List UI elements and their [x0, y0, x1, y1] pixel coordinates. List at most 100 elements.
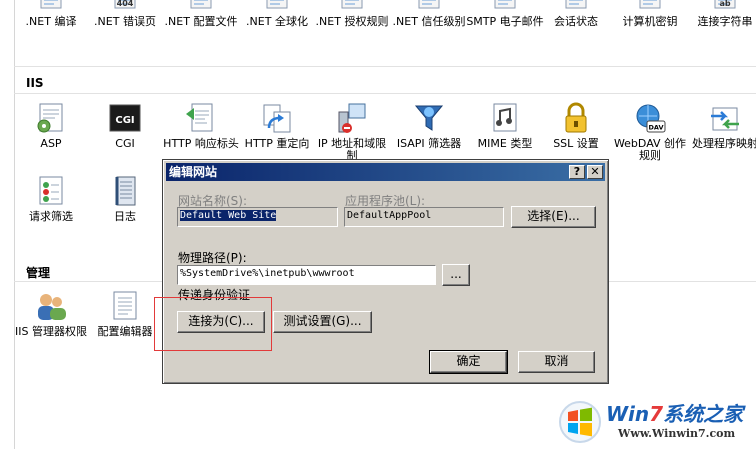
- feature-label: ISAPI 筛选器: [396, 137, 462, 150]
- redirect-icon: [260, 102, 294, 134]
- site-name-field[interactable]: Default Web Site: [177, 207, 338, 227]
- feature-label: 请求筛选: [29, 210, 73, 223]
- svg-text:ab: ab: [719, 0, 730, 8]
- feature-iis-manager-permissions[interactable]: IIS 管理器权限: [12, 290, 90, 338]
- windows-logo-icon: [559, 401, 601, 443]
- watermark-title-seven: 7: [649, 402, 664, 426]
- config-editor-icon: [108, 290, 142, 322]
- users-icon: [34, 290, 68, 322]
- mime-types-icon: [488, 102, 522, 134]
- feature-logging[interactable]: 日志: [86, 175, 164, 223]
- feature-net-globalization[interactable]: .NET 全球化: [238, 0, 316, 28]
- cgi-icon: CGI: [108, 102, 142, 134]
- top-icon: [559, 0, 593, 10]
- watermark-url: Www.Winwin7.com: [618, 427, 736, 440]
- feature-label: HTTP 响应标头: [163, 137, 239, 150]
- section-divider: [14, 66, 756, 67]
- isapi-filters-icon: [412, 102, 446, 134]
- close-button[interactable]: ✕: [587, 165, 603, 179]
- section-title-manage: 管理: [26, 266, 51, 280]
- app-pool-value: DefaultAppPool: [347, 210, 432, 221]
- feature-net-config-file[interactable]: .NET 配置文件: [162, 0, 240, 28]
- log-icon: [108, 175, 142, 207]
- feature-http-response-headers[interactable]: HTTP 响应标头: [162, 102, 240, 150]
- physical-path-value: %SystemDrive%\inetpub\wwwroot: [180, 268, 355, 279]
- feature-net-error-pages[interactable]: 404 .NET 错误页: [86, 0, 164, 28]
- top-icon: [412, 0, 446, 10]
- feature-net-compilation[interactable]: .NET 编译: [12, 0, 90, 28]
- feature-label: .NET 编译: [25, 15, 77, 28]
- feature-net-authorization-rules[interactable]: .NET 授权规则: [313, 0, 391, 28]
- feature-http-redirect[interactable]: HTTP 重定向: [238, 102, 316, 150]
- feature-label: .NET 授权规则: [315, 15, 389, 28]
- feature-isapi-filters[interactable]: ISAPI 筛选器: [390, 102, 468, 150]
- feature-net-trust-level[interactable]: .NET 信任级别: [390, 0, 468, 28]
- feature-session-state[interactable]: 会话状态: [537, 0, 615, 28]
- feature-ip-domain-restrictions[interactable]: IP 地址和域限制: [313, 102, 391, 162]
- section-divider: [14, 93, 756, 94]
- feature-ssl-settings[interactable]: SSL 设置: [537, 102, 615, 150]
- section-title-iis: IIS: [26, 76, 44, 90]
- annotation-highlight-box: [154, 297, 272, 351]
- asp-icon: [34, 102, 68, 134]
- top-icon: [34, 0, 68, 10]
- cancel-button[interactable]: 取消: [518, 351, 595, 373]
- feature-label: SMTP 电子邮件: [466, 15, 544, 28]
- feature-cgi[interactable]: CGI CGI: [86, 102, 164, 150]
- watermark-title-prefix: Win: [606, 402, 650, 426]
- svg-text:DAV: DAV: [648, 124, 663, 132]
- left-divider: [14, 0, 15, 449]
- feature-label: 计算机密钥: [622, 15, 678, 28]
- watermark-title-suffix: 系统之家: [663, 402, 744, 426]
- feature-handler-mappings[interactable]: 处理程序映射: [686, 102, 756, 150]
- feature-label: .NET 配置文件: [164, 15, 238, 28]
- feature-label: .NET 信任级别: [392, 15, 466, 28]
- feature-webdav-rules[interactable]: DAV WebDAV 创作规则: [611, 102, 689, 162]
- feature-label: 连接字符串: [697, 15, 753, 28]
- browse-button[interactable]: ...: [442, 264, 470, 286]
- dialog-titlebar[interactable]: 编辑网站 ? ✕: [166, 163, 605, 181]
- watermark-title: Win7系统之家: [606, 398, 743, 427]
- feature-mime-types[interactable]: MIME 类型: [466, 102, 544, 150]
- feature-machine-key[interactable]: 计算机密钥: [611, 0, 689, 28]
- ip-restrictions-icon: [335, 102, 369, 134]
- lock-icon: [559, 102, 593, 134]
- feature-label: MIME 类型: [477, 137, 533, 150]
- feature-connection-strings[interactable]: ab 连接字符串: [686, 0, 756, 28]
- top-icon: [488, 0, 522, 10]
- svg-text:404: 404: [117, 0, 134, 8]
- feature-label: IIS 管理器权限: [15, 325, 87, 338]
- webdav-icon: DAV: [633, 102, 667, 134]
- feature-smtp-email[interactable]: SMTP 电子邮件: [466, 0, 544, 28]
- top-icon: ab: [708, 0, 742, 10]
- app-pool-field[interactable]: DefaultAppPool: [344, 207, 504, 227]
- feature-label: WebDAV 创作规则: [613, 137, 687, 162]
- help-button[interactable]: ?: [569, 165, 585, 179]
- feature-label: 配置编辑器: [97, 325, 153, 338]
- feature-label: HTTP 重定向: [244, 137, 310, 150]
- physical-path-label: 物理路径(P):: [178, 251, 247, 265]
- test-settings-button[interactable]: 测试设置(G)...: [273, 311, 372, 333]
- top-icon: [260, 0, 294, 10]
- physical-path-input[interactable]: %SystemDrive%\inetpub\wwwroot: [177, 265, 436, 285]
- feature-label: CGI: [115, 137, 135, 150]
- feature-label: .NET 全球化: [246, 15, 308, 28]
- feature-asp[interactable]: ASP: [12, 102, 90, 150]
- svg-text:CGI: CGI: [115, 115, 134, 126]
- select-app-pool-button[interactable]: 选择(E)...: [511, 206, 596, 228]
- feature-label: 日志: [114, 210, 136, 223]
- watermark: Win7系统之家 Www.Winwin7.com: [556, 394, 756, 449]
- feature-request-filtering[interactable]: 请求筛选: [12, 175, 90, 223]
- dialog-title: 编辑网站: [169, 165, 218, 179]
- feature-label: .NET 错误页: [94, 15, 156, 28]
- top-icon: [633, 0, 667, 10]
- response-headers-icon: [184, 102, 218, 134]
- ok-button[interactable]: 确定: [429, 350, 508, 374]
- top-icon: [184, 0, 218, 10]
- feature-label: 会话状态: [554, 15, 598, 28]
- feature-configuration-editor[interactable]: 配置编辑器: [86, 290, 164, 338]
- top-icon: [335, 0, 369, 10]
- top-icon: 404: [108, 0, 142, 10]
- handler-mappings-icon: [708, 102, 742, 134]
- feature-label: 处理程序映射: [692, 137, 756, 150]
